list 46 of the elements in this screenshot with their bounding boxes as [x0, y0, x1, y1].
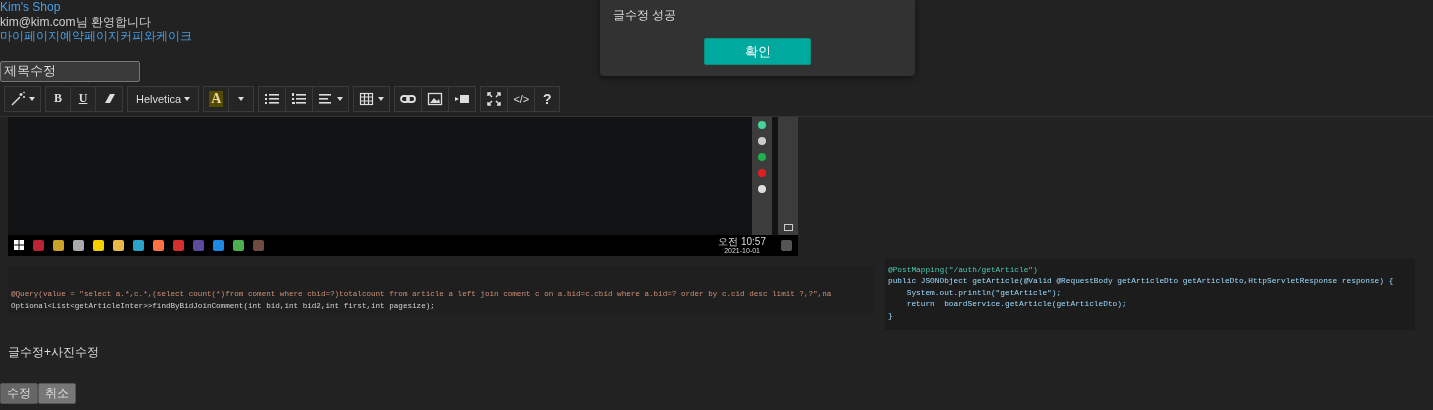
magic-wand-icon [11, 90, 26, 106]
magic-button[interactable] [4, 85, 41, 112]
app-icon[interactable] [233, 239, 244, 251]
shop-link[interactable]: Kim's Shop [0, 0, 61, 14]
body-text: 글수정+사진수정 [8, 344, 100, 361]
windows-icon [14, 240, 24, 250]
align-button[interactable] [312, 85, 350, 112]
nav-link[interactable]: 커피와케이크 [120, 29, 192, 43]
help-button[interactable]: ? [534, 85, 561, 112]
app-icon[interactable] [153, 239, 164, 251]
title-input[interactable]: 제목수정 [0, 60, 140, 82]
font-button[interactable]: Helvetica [127, 85, 200, 112]
picture-button[interactable] [421, 85, 450, 112]
video-icon [455, 94, 470, 103]
align-icon [319, 93, 332, 104]
nav-link[interactable]: 예약페이지 [60, 29, 120, 43]
app-icon[interactable] [93, 239, 104, 251]
color-button[interactable]: A [203, 85, 230, 112]
panel-icon [783, 223, 793, 231]
nav-link[interactable]: 마이페이지 [0, 29, 60, 43]
fullscreen-button[interactable] [480, 85, 509, 112]
link-button[interactable] [394, 85, 423, 112]
bold-button[interactable]: B [45, 85, 71, 112]
fullscreen-icon [487, 91, 502, 106]
code-button[interactable]: </> [507, 85, 536, 112]
link-icon [400, 94, 417, 103]
table-button[interactable] [353, 85, 391, 112]
alert-message: 글수정 성공 [613, 7, 678, 24]
app-icon[interactable] [133, 239, 144, 251]
save-button[interactable]: 수정 [0, 382, 38, 404]
bullets-button[interactable] [258, 85, 287, 112]
welcome-text: kim@kim.com님 환영합니다 [0, 14, 151, 29]
numbered-list-icon [292, 92, 307, 104]
table-icon [360, 92, 374, 105]
clock-time: 오전 10:57 [718, 235, 766, 247]
underline-button[interactable]: U [70, 85, 96, 112]
app-icon[interactable] [213, 239, 224, 251]
bullet-list-icon [265, 93, 280, 104]
numbers-button[interactable] [285, 85, 314, 112]
eraser-button[interactable] [95, 85, 123, 112]
video-button[interactable] [448, 85, 477, 112]
app-icon[interactable] [113, 239, 124, 251]
app-icon[interactable] [73, 239, 84, 251]
cancel-button[interactable]: 취소 [38, 382, 76, 404]
picture-icon [428, 92, 443, 105]
app-icon[interactable] [53, 239, 64, 251]
